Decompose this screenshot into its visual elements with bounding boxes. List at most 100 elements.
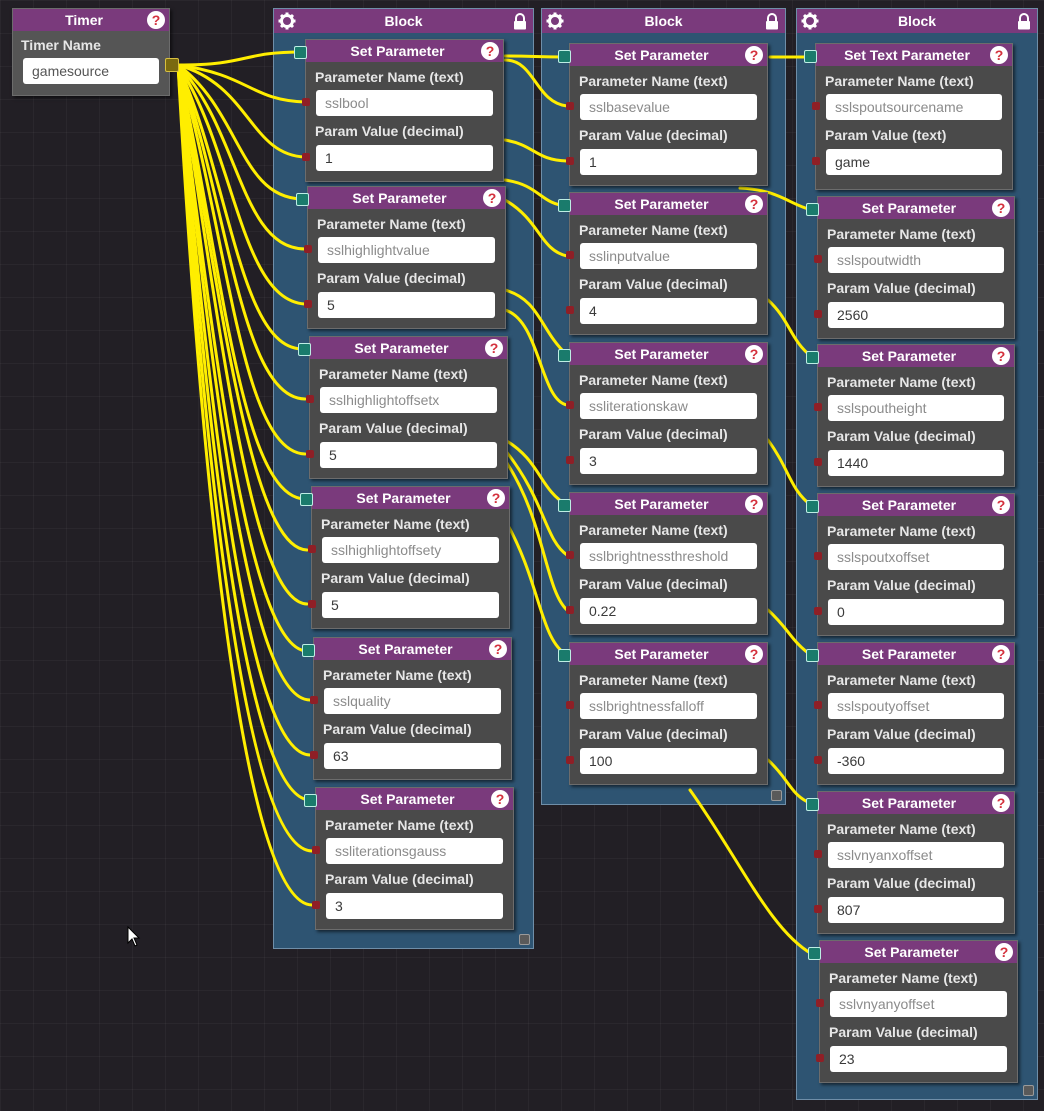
param-name-pin[interactable]: [816, 999, 824, 1007]
set-parameter-node[interactable]: Set Parameter ? Parameter Name (text) ss…: [302, 637, 512, 780]
set-parameter-node[interactable]: Set Parameter ? Parameter Name (text) ss…: [806, 493, 1015, 636]
set-parameter-node[interactable]: Set Parameter ? Parameter Name (text) ss…: [808, 940, 1018, 1083]
param-value-pin[interactable]: [306, 450, 314, 458]
node-header[interactable]: Set Parameter ?: [314, 638, 511, 660]
help-icon[interactable]: ?: [745, 495, 763, 513]
help-icon[interactable]: ?: [992, 496, 1010, 514]
param-value-pin[interactable]: [814, 310, 822, 318]
timer-header[interactable]: Timer ?: [13, 9, 169, 31]
param-name-pin[interactable]: [814, 850, 822, 858]
node-header[interactable]: Set Text Parameter ?: [816, 44, 1012, 66]
set-parameter-node[interactable]: Set Parameter ? Parameter Name (text) ss…: [298, 336, 508, 479]
param-name-pin[interactable]: [812, 102, 820, 110]
input-port[interactable]: [304, 794, 317, 807]
block-header[interactable]: Block: [274, 9, 533, 33]
node-header[interactable]: Set Parameter ?: [818, 345, 1014, 367]
input-port[interactable]: [558, 50, 571, 63]
param-value-pin[interactable]: [566, 756, 574, 764]
param-value-input[interactable]: 4: [580, 298, 757, 324]
param-value-input[interactable]: 63: [324, 743, 501, 769]
param-value-pin[interactable]: [814, 756, 822, 764]
help-icon[interactable]: ?: [995, 943, 1013, 961]
set-parameter-node[interactable]: Set Parameter ? Parameter Name (text) ss…: [806, 344, 1015, 487]
node-header[interactable]: Set Parameter ?: [818, 792, 1014, 814]
set-parameter-node[interactable]: Set Parameter ? Parameter Name (text) ss…: [294, 39, 504, 182]
block-header[interactable]: Block: [542, 9, 785, 33]
input-port[interactable]: [294, 46, 307, 59]
input-port[interactable]: [806, 649, 819, 662]
help-icon[interactable]: ?: [745, 46, 763, 64]
param-value-input[interactable]: 0: [828, 599, 1004, 625]
param-name-pin[interactable]: [306, 395, 314, 403]
param-name-input[interactable]: sslinputvalue: [580, 243, 757, 269]
timer-name-input[interactable]: gamesource: [23, 58, 159, 84]
node-header[interactable]: Set Parameter ?: [570, 44, 767, 66]
param-name-input[interactable]: sslspoutsourcename: [826, 94, 1002, 120]
node-header[interactable]: Set Parameter ?: [306, 40, 503, 62]
param-name-input[interactable]: sslhighlightvalue: [318, 237, 495, 263]
set-parameter-node[interactable]: Set Text Parameter ? Parameter Name (tex…: [804, 43, 1013, 190]
param-name-input[interactable]: sslvnyanxoffset: [828, 842, 1004, 868]
param-value-pin[interactable]: [312, 901, 320, 909]
help-icon[interactable]: ?: [990, 46, 1008, 64]
param-value-pin[interactable]: [310, 751, 318, 759]
gear-icon[interactable]: [545, 11, 565, 31]
param-value-input[interactable]: 5: [320, 442, 497, 468]
param-name-pin[interactable]: [566, 102, 574, 110]
help-icon[interactable]: ?: [485, 339, 503, 357]
node-header[interactable]: Set Parameter ?: [820, 941, 1017, 963]
node-header[interactable]: Set Parameter ?: [818, 197, 1014, 219]
param-name-input[interactable]: sslhighlightoffsety: [322, 537, 499, 563]
node-header[interactable]: Set Parameter ?: [570, 643, 767, 665]
param-value-pin[interactable]: [814, 905, 822, 913]
param-name-pin[interactable]: [302, 98, 310, 106]
node-header[interactable]: Set Parameter ?: [316, 788, 513, 810]
set-parameter-node[interactable]: Set Parameter ? Parameter Name (text) ss…: [304, 787, 514, 930]
input-port[interactable]: [558, 199, 571, 212]
set-parameter-node[interactable]: Set Parameter ? Parameter Name (text) ss…: [300, 486, 510, 629]
param-name-input[interactable]: sslbrightnessthreshold: [580, 543, 757, 569]
param-value-pin[interactable]: [812, 157, 820, 165]
param-name-input[interactable]: sslspoutwidth: [828, 247, 1004, 273]
input-port[interactable]: [558, 649, 571, 662]
resize-handle[interactable]: [771, 790, 782, 801]
help-icon[interactable]: ?: [745, 345, 763, 363]
help-icon[interactable]: ?: [992, 794, 1010, 812]
help-icon[interactable]: ?: [992, 199, 1010, 217]
param-name-input[interactable]: sslbrightnessfalloff: [580, 693, 757, 719]
node-header[interactable]: Set Parameter ?: [818, 643, 1014, 665]
param-name-pin[interactable]: [566, 701, 574, 709]
help-icon[interactable]: ?: [491, 790, 509, 808]
param-value-input[interactable]: 807: [828, 897, 1004, 923]
help-icon[interactable]: ?: [992, 347, 1010, 365]
param-value-input[interactable]: 5: [318, 292, 495, 318]
timer-node[interactable]: Timer ? Timer Name gamesource: [12, 8, 179, 96]
gear-icon[interactable]: [800, 11, 820, 31]
lock-icon[interactable]: [1015, 11, 1033, 31]
node-header[interactable]: Set Parameter ?: [570, 193, 767, 215]
input-port[interactable]: [808, 947, 821, 960]
help-icon[interactable]: ?: [489, 640, 507, 658]
param-name-input[interactable]: sslhighlightoffsetx: [320, 387, 497, 413]
param-name-pin[interactable]: [814, 255, 822, 263]
param-value-input[interactable]: game: [826, 149, 1002, 175]
param-name-pin[interactable]: [814, 403, 822, 411]
node-header[interactable]: Set Parameter ?: [570, 343, 767, 365]
param-name-pin[interactable]: [814, 701, 822, 709]
help-icon[interactable]: ?: [992, 645, 1010, 663]
block-header[interactable]: Block: [797, 9, 1037, 33]
set-parameter-node[interactable]: Set Parameter ? Parameter Name (text) ss…: [558, 43, 768, 186]
param-value-input[interactable]: 1: [580, 149, 757, 175]
help-icon[interactable]: ?: [745, 195, 763, 213]
param-name-pin[interactable]: [566, 401, 574, 409]
param-value-input[interactable]: 2560: [828, 302, 1004, 328]
param-value-input[interactable]: 1440: [828, 450, 1004, 476]
param-value-pin[interactable]: [814, 458, 822, 466]
input-port[interactable]: [300, 493, 313, 506]
param-value-input[interactable]: 0.22: [580, 598, 757, 624]
param-name-input[interactable]: sslspoutxoffset: [828, 544, 1004, 570]
param-value-input[interactable]: 1: [316, 145, 493, 171]
param-value-input[interactable]: 5: [322, 592, 499, 618]
param-value-input[interactable]: -360: [828, 748, 1004, 774]
gear-icon[interactable]: [277, 11, 297, 31]
